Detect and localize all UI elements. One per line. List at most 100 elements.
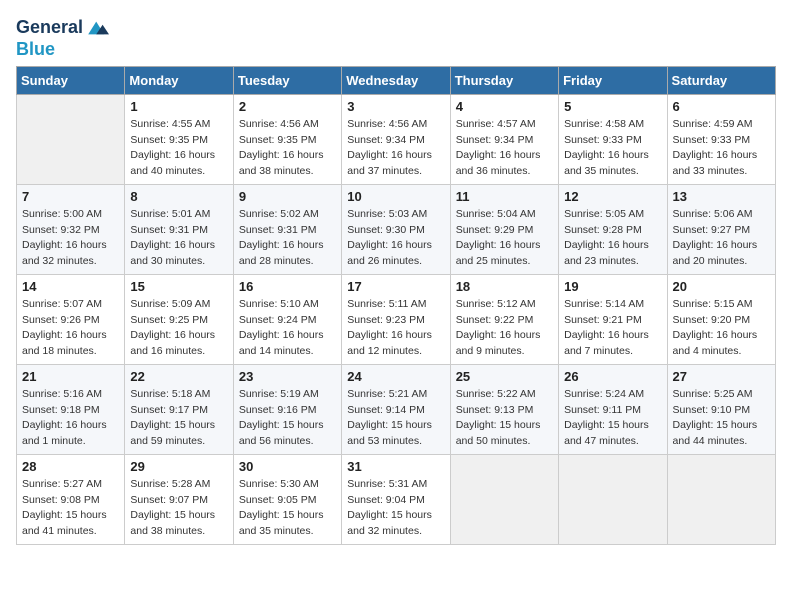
day-number: 8 — [130, 189, 227, 204]
calendar-cell: 20 Sunrise: 5:15 AMSunset: 9:20 PMDayligh… — [667, 274, 775, 364]
calendar-cell: 12 Sunrise: 5:05 AMSunset: 9:28 PMDayligh… — [559, 184, 667, 274]
calendar-cell: 23 Sunrise: 5:19 AMSunset: 9:16 PMDayligh… — [233, 364, 341, 454]
calendar-week-row: 21 Sunrise: 5:16 AMSunset: 9:18 PMDayligh… — [17, 364, 776, 454]
day-number: 15 — [130, 279, 227, 294]
weekday-header: Wednesday — [342, 66, 450, 94]
day-info: Sunrise: 5:22 AMSunset: 9:13 PMDaylight:… — [456, 387, 553, 450]
day-number: 31 — [347, 459, 444, 474]
calendar-week-row: 14 Sunrise: 5:07 AMSunset: 9:26 PMDayligh… — [17, 274, 776, 364]
calendar-cell: 8 Sunrise: 5:01 AMSunset: 9:31 PMDaylight… — [125, 184, 233, 274]
calendar-cell — [667, 454, 775, 544]
day-info: Sunrise: 4:56 AMSunset: 9:34 PMDaylight:… — [347, 117, 444, 180]
day-info: Sunrise: 5:30 AMSunset: 9:05 PMDaylight:… — [239, 477, 336, 540]
day-number: 1 — [130, 99, 227, 114]
day-info: Sunrise: 5:10 AMSunset: 9:24 PMDaylight:… — [239, 297, 336, 360]
day-number: 18 — [456, 279, 553, 294]
day-info: Sunrise: 5:19 AMSunset: 9:16 PMDaylight:… — [239, 387, 336, 450]
calendar-cell — [559, 454, 667, 544]
calendar-cell: 16 Sunrise: 5:10 AMSunset: 9:24 PMDayligh… — [233, 274, 341, 364]
day-number: 26 — [564, 369, 661, 384]
header-row: SundayMondayTuesdayWednesdayThursdayFrid… — [17, 66, 776, 94]
calendar-body: 1Sunrise: 4:55 AMSunset: 9:35 PMDaylight… — [17, 94, 776, 544]
weekday-header: Sunday — [17, 66, 125, 94]
calendar-cell: 9Sunrise: 5:02 AMSunset: 9:31 PMDaylight… — [233, 184, 341, 274]
day-info: Sunrise: 5:24 AMSunset: 9:11 PMDaylight:… — [564, 387, 661, 450]
calendar-cell: 21 Sunrise: 5:16 AMSunset: 9:18 PMDayligh… — [17, 364, 125, 454]
day-number: 23 — [239, 369, 336, 384]
logo-text-blue: Blue — [16, 40, 109, 60]
calendar-cell: 17Sunrise: 5:11 AMSunset: 9:23 PMDayligh… — [342, 274, 450, 364]
calendar-cell: 15 Sunrise: 5:09 AMSunset: 9:25 PMDayligh… — [125, 274, 233, 364]
day-info: Sunrise: 5:28 AMSunset: 9:07 PMDaylight:… — [130, 477, 227, 540]
day-info: Sunrise: 5:12 AMSunset: 9:22 PMDaylight:… — [456, 297, 553, 360]
calendar-cell: 6 Sunrise: 4:59 AMSunset: 9:33 PMDaylight… — [667, 94, 775, 184]
day-info: Sunrise: 5:25 AMSunset: 9:10 PMDaylight:… — [673, 387, 770, 450]
logo-text-general: General — [16, 18, 83, 38]
page-header: General Blue — [16, 16, 776, 60]
day-info: Sunrise: 5:16 AMSunset: 9:18 PMDaylight:… — [22, 387, 119, 450]
day-info: Sunrise: 5:15 AMSunset: 9:20 PMDaylight:… — [673, 297, 770, 360]
day-number: 11 — [456, 189, 553, 204]
day-number: 13 — [673, 189, 770, 204]
day-info: Sunrise: 4:59 AMSunset: 9:33 PMDaylight:… — [673, 117, 770, 180]
day-number: 5 — [564, 99, 661, 114]
calendar-cell: 22 Sunrise: 5:18 AMSunset: 9:17 PMDayligh… — [125, 364, 233, 454]
calendar-cell: 11 Sunrise: 5:04 AMSunset: 9:29 PMDayligh… — [450, 184, 558, 274]
day-info: Sunrise: 5:14 AMSunset: 9:21 PMDaylight:… — [564, 297, 661, 360]
day-info: Sunrise: 4:58 AMSunset: 9:33 PMDaylight:… — [564, 117, 661, 180]
calendar-cell: 25Sunrise: 5:22 AMSunset: 9:13 PMDayligh… — [450, 364, 558, 454]
calendar-week-row: 28 Sunrise: 5:27 AMSunset: 9:08 PMDayligh… — [17, 454, 776, 544]
day-number: 3 — [347, 99, 444, 114]
calendar-cell: 5 Sunrise: 4:58 AMSunset: 9:33 PMDaylight… — [559, 94, 667, 184]
weekday-header: Friday — [559, 66, 667, 94]
day-number: 12 — [564, 189, 661, 204]
logo: General Blue — [16, 16, 109, 60]
day-info: Sunrise: 5:03 AMSunset: 9:30 PMDaylight:… — [347, 207, 444, 270]
day-info: Sunrise: 5:09 AMSunset: 9:25 PMDaylight:… — [130, 297, 227, 360]
day-number: 20 — [673, 279, 770, 294]
day-number: 2 — [239, 99, 336, 114]
day-number: 28 — [22, 459, 119, 474]
calendar-cell: 18 Sunrise: 5:12 AMSunset: 9:22 PMDayligh… — [450, 274, 558, 364]
day-info: Sunrise: 5:02 AMSunset: 9:31 PMDaylight:… — [239, 207, 336, 270]
calendar-cell: 26 Sunrise: 5:24 AMSunset: 9:11 PMDayligh… — [559, 364, 667, 454]
day-number: 29 — [130, 459, 227, 474]
day-info: Sunrise: 5:18 AMSunset: 9:17 PMDaylight:… — [130, 387, 227, 450]
day-number: 30 — [239, 459, 336, 474]
weekday-header: Thursday — [450, 66, 558, 94]
day-info: Sunrise: 5:06 AMSunset: 9:27 PMDaylight:… — [673, 207, 770, 270]
day-number: 6 — [673, 99, 770, 114]
calendar-cell — [450, 454, 558, 544]
day-info: Sunrise: 5:00 AMSunset: 9:32 PMDaylight:… — [22, 207, 119, 270]
calendar-cell: 2Sunrise: 4:56 AMSunset: 9:35 PMDaylight… — [233, 94, 341, 184]
calendar-cell: 7Sunrise: 5:00 AMSunset: 9:32 PMDaylight… — [17, 184, 125, 274]
calendar-cell: 4Sunrise: 4:57 AMSunset: 9:34 PMDaylight… — [450, 94, 558, 184]
calendar-cell: 3 Sunrise: 4:56 AMSunset: 9:34 PMDaylight… — [342, 94, 450, 184]
calendar-table: SundayMondayTuesdayWednesdayThursdayFrid… — [16, 66, 776, 545]
day-info: Sunrise: 5:21 AMSunset: 9:14 PMDaylight:… — [347, 387, 444, 450]
day-number: 10 — [347, 189, 444, 204]
calendar-cell: 10 Sunrise: 5:03 AMSunset: 9:30 PMDayligh… — [342, 184, 450, 274]
calendar-cell: 24Sunrise: 5:21 AMSunset: 9:14 PMDayligh… — [342, 364, 450, 454]
day-info: Sunrise: 5:04 AMSunset: 9:29 PMDaylight:… — [456, 207, 553, 270]
weekday-header: Saturday — [667, 66, 775, 94]
calendar-cell: 31Sunrise: 5:31 AMSunset: 9:04 PMDayligh… — [342, 454, 450, 544]
day-number: 27 — [673, 369, 770, 384]
weekday-header: Tuesday — [233, 66, 341, 94]
day-number: 22 — [130, 369, 227, 384]
day-info: Sunrise: 5:05 AMSunset: 9:28 PMDaylight:… — [564, 207, 661, 270]
day-info: Sunrise: 5:01 AMSunset: 9:31 PMDaylight:… — [130, 207, 227, 270]
day-number: 21 — [22, 369, 119, 384]
calendar-cell: 1Sunrise: 4:55 AMSunset: 9:35 PMDaylight… — [125, 94, 233, 184]
calendar-cell — [17, 94, 125, 184]
day-info: Sunrise: 4:57 AMSunset: 9:34 PMDaylight:… — [456, 117, 553, 180]
day-number: 14 — [22, 279, 119, 294]
logo-icon — [85, 16, 109, 40]
day-number: 16 — [239, 279, 336, 294]
calendar-week-row: 7Sunrise: 5:00 AMSunset: 9:32 PMDaylight… — [17, 184, 776, 274]
calendar-cell: 30 Sunrise: 5:30 AMSunset: 9:05 PMDayligh… — [233, 454, 341, 544]
day-info: Sunrise: 5:07 AMSunset: 9:26 PMDaylight:… — [22, 297, 119, 360]
day-info: Sunrise: 5:27 AMSunset: 9:08 PMDaylight:… — [22, 477, 119, 540]
calendar-cell: 13 Sunrise: 5:06 AMSunset: 9:27 PMDayligh… — [667, 184, 775, 274]
weekday-header: Monday — [125, 66, 233, 94]
